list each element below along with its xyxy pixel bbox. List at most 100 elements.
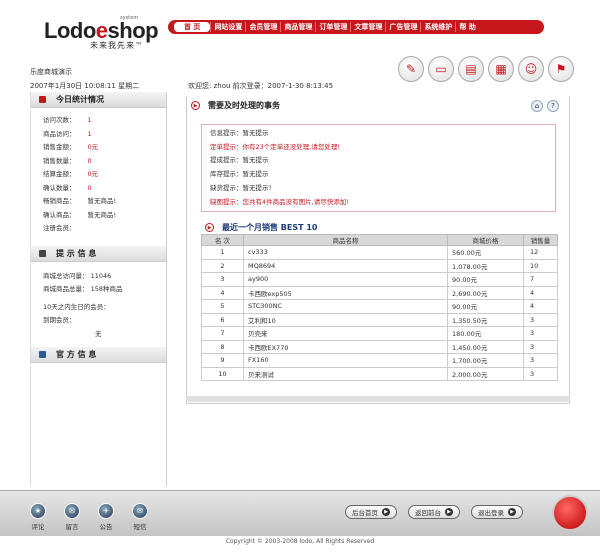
back-to-front-button[interactable]: 返回前台 ▶ [408, 505, 460, 519]
stat-label: 结算金额： [43, 170, 76, 178]
stat-label: 销售金额： [43, 143, 76, 151]
footer: ★ 评论 ✉ 留言 ✈ 公告 ✉ 短信 后台首页 ▶ 返回前台 ▶ 退出登录 ▶ [0, 490, 600, 536]
user-icon[interactable]: ☺ [518, 56, 544, 82]
table-cell: 3 [523, 312, 558, 327]
nav-item[interactable]: 文章管理 [350, 22, 385, 32]
table-cell: 2 [201, 258, 244, 273]
tool-icons: ✎ ▭ ▤ ▦ ☺ ⚑ [398, 56, 574, 82]
announcement-icon: ✈ [98, 503, 114, 519]
stat-label: 确认商品： [43, 210, 76, 219]
tips-title: 提 示 信 息 [56, 248, 97, 258]
arrow-icon: ▶ [205, 223, 214, 232]
notice-item[interactable]: 缺图提示：您共有4件商品没有图片,请尽快添加! [210, 196, 547, 210]
nav-item[interactable]: 帮 助 [455, 22, 478, 32]
stat-label: 销售数量： [43, 156, 76, 165]
comment-icon: ★ [30, 503, 46, 519]
table-row: 4 卡西欧exp505 2,690.00元 4 [201, 285, 558, 300]
table-cell: 3 [523, 339, 558, 354]
footer-button-label: 公告 [99, 523, 113, 531]
tips-header: 提 示 信 息 [31, 245, 166, 262]
tips-row: 商城商品总量： 158种商品 [43, 285, 123, 293]
document-icon[interactable]: ▤ [458, 56, 484, 82]
logout-label: 退出登录 [478, 509, 504, 517]
table-cell: 3 [523, 366, 558, 381]
table-cell[interactable]: ay900 [243, 272, 448, 287]
stat-row: 访问次数： 1 [31, 114, 166, 128]
table-cell[interactable]: cv333 [243, 245, 448, 260]
notice-box: 信息提示：暂无提示 定单提示：你有23个定单还没处理,请您处理! 提成提示：暂无提示… [201, 124, 556, 212]
official-header[interactable]: 官 方 信 息 [31, 347, 166, 363]
header: Lodoeshop system 未来我先来™ 首 页网站设置 会员管理 商品管理订… [0, 0, 600, 58]
official-title: 官 方 信 息 [56, 350, 97, 359]
edit-icon[interactable]: ✎ [398, 56, 424, 82]
table-cell: 10 [201, 366, 244, 381]
stat-value: 1 [87, 129, 92, 138]
nav-item[interactable]: 系统维护 [420, 22, 455, 32]
table-cell[interactable]: 贝来测试 [243, 366, 448, 381]
footer-button[interactable]: ✉ 短信 [132, 503, 148, 531]
bullet-icon [39, 249, 46, 257]
table-cell[interactable]: FX160 [243, 353, 448, 368]
stat-row: 商品访问： 1 [31, 128, 166, 142]
table-cell: 12 [523, 245, 558, 260]
power-icon[interactable] [552, 495, 588, 531]
help-icon[interactable]: ? [547, 100, 559, 112]
column-header: 名 次 [201, 234, 244, 246]
column-header: 商品名称 [243, 234, 448, 246]
main-nav: 首 页网站设置 会员管理 商品管理 订单管理 文章管理 广告管理 系统维护帮 助 [168, 20, 544, 34]
pending-tasks-header: ▶ 需要及时处理的事务 [191, 100, 280, 111]
tips-row: 10天之内生日的会员： [43, 302, 110, 311]
main-panel: ▶ 需要及时处理的事务 ⌂ ? 信息提示：暂无提示 定单提示：你有23个定单还没处理… [186, 96, 570, 404]
notice-item: 缺货提示：暂无提示！ [210, 183, 275, 192]
bullet-icon [39, 96, 46, 103]
table-cell[interactable]: 卡西欧exp505 [243, 285, 448, 300]
flag-icon[interactable]: ⚑ [548, 56, 574, 82]
column-header: 销售量 [523, 234, 558, 246]
table-row: 2 MQ8694 1,078.00元 10 [201, 258, 558, 273]
notice-item: 提成提示：暂无提示 [210, 156, 269, 165]
best-sellers-table: 名 次商品名称 商城价格 销售量 1 cv333 560.00元 12 2 MQ8694 1,0… [201, 234, 558, 381]
stat-row: 确认数量： 0 [31, 182, 166, 196]
chart-icon[interactable]: ▦ [488, 56, 514, 82]
table-cell: 4 [201, 285, 244, 300]
footer-button[interactable]: ✈ 公告 [98, 503, 114, 531]
table-cell: 90.00元 [447, 299, 524, 314]
table-cell[interactable]: 卡西欧EX770 [243, 339, 448, 354]
table-cell: 9 [201, 353, 244, 368]
tips-row: 到期会员： [43, 316, 76, 324]
logout-button[interactable]: 退出登录 ▶ [471, 505, 523, 519]
table-cell[interactable]: 艾利和10 [243, 312, 448, 327]
nav-item[interactable]: 广告管理 [385, 22, 420, 32]
table-cell[interactable]: STC300NC [243, 299, 448, 314]
table-cell: 90.00元 [447, 272, 524, 287]
table-cell: 2,690.00元 [447, 285, 524, 300]
table-cell: 3 [523, 326, 558, 341]
stat-value: 0元 [87, 170, 99, 178]
stat-row: 销售金额： 0元 [31, 141, 166, 155]
nav-item[interactable]: 订单管理 [315, 22, 350, 32]
table-cell: 6 [201, 312, 244, 327]
clipboard-icon[interactable]: ▭ [428, 56, 454, 82]
footer-button[interactable]: ✉ 留言 [64, 503, 80, 531]
notice-item[interactable]: 定单提示：你有23个定单还没处理,请您处理! [210, 141, 547, 155]
table-cell: 4 [523, 299, 558, 314]
nav-item[interactable]: 会员管理 [245, 22, 280, 32]
table-cell: 7 [523, 272, 558, 287]
nav-item[interactable]: 首 页 [174, 22, 211, 32]
footer-button[interactable]: ★ 评论 [30, 503, 46, 531]
home-icon[interactable]: ⌂ [531, 100, 543, 112]
horizontal-scrollbar[interactable] [186, 396, 570, 402]
stat-label: 畅销商品： [43, 197, 76, 205]
table-cell[interactable]: MQ8694 [243, 258, 448, 273]
footer-button-label: 短信 [133, 523, 147, 531]
nav-item[interactable]: 网站设置 [210, 22, 245, 32]
table-row: 3 ay900 90.00元 7 [201, 272, 558, 287]
nav-item[interactable]: 商品管理 [280, 22, 315, 32]
table-cell[interactable]: 贝壳来 [243, 326, 448, 341]
admin-home-button[interactable]: 后台首页 ▶ [345, 505, 397, 519]
table-cell: 2,000.00元 [447, 366, 524, 381]
table-cell: 1,700.00元 [447, 353, 524, 368]
footer-buttons: ★ 评论 ✉ 留言 ✈ 公告 ✉ 短信 [30, 503, 148, 531]
table-cell: 3 [201, 272, 244, 287]
bullet-icon [39, 351, 46, 358]
